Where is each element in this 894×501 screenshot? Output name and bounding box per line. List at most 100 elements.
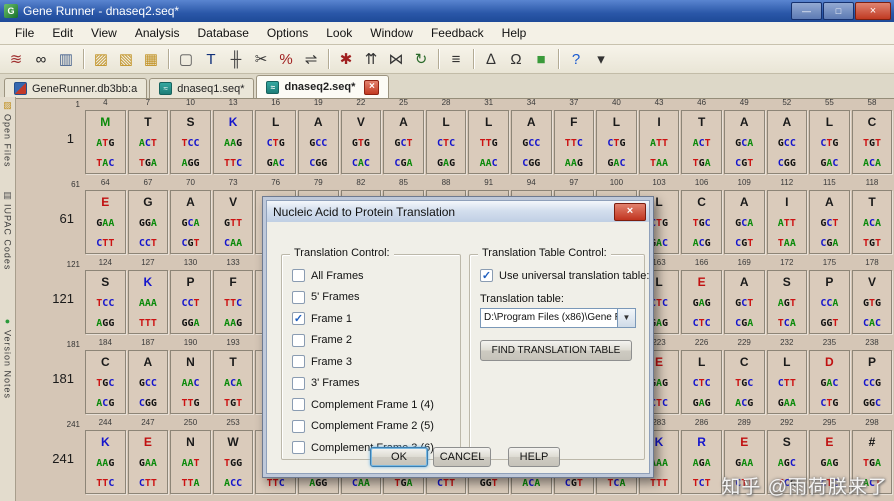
align-icon[interactable]: ⇈ [359, 47, 383, 71]
codon-cell[interactable]: 187 A GCC CGG [127, 338, 170, 418]
import-file-icon[interactable]: ▧ [114, 47, 138, 71]
codon-cell[interactable]: 28 L CTC GAG [425, 98, 468, 178]
codon-cell[interactable]: 175 P CCA GGT [808, 258, 851, 338]
checkbox-frame-3[interactable] [292, 355, 305, 369]
triangle-icon[interactable]: ∆ [479, 47, 503, 71]
codon-cell[interactable]: 133 F TTC AAG [212, 258, 255, 338]
codon-cell[interactable]: 67 G GGA CCT [127, 178, 170, 258]
codon-cell[interactable]: 70 A GCA CGT [169, 178, 212, 258]
codon-cell[interactable]: 34 A GCC CGG [510, 98, 553, 178]
sidebar-item-version-notes[interactable]: ● Version Notes [2, 316, 13, 399]
columns-icon[interactable]: ▥ [54, 47, 78, 71]
codon-cell[interactable]: 58 C TGT ACA [851, 98, 894, 178]
menu-look[interactable]: Look [317, 24, 361, 42]
codon-cell[interactable]: 115 A GCT CGA [808, 178, 851, 258]
checkbox-complement-frame-1[interactable] [292, 398, 305, 412]
codon-cell[interactable]: 22 V GTG CAC [340, 98, 383, 178]
codon-cell[interactable]: 169 A GCT CGA [723, 258, 766, 338]
title-bar[interactable]: G Gene Runner - dnaseq2.seq* — □ × [0, 0, 894, 22]
tab-dnaseq2[interactable]: ≈ dnaseq2.seq* × [256, 75, 390, 98]
codon-cell[interactable]: 37 F TTC AAG [553, 98, 596, 178]
text-tool-icon[interactable]: T [199, 47, 223, 71]
codon-cell[interactable]: 4 M ATG TAC [84, 98, 127, 178]
checkbox-frame-1[interactable]: ✓ [292, 312, 305, 326]
codon-cell[interactable]: 106 C TGC ACG [680, 178, 723, 258]
sidebar-item-open-files[interactable]: ▨ Open Files [2, 100, 13, 168]
tab-close-icon[interactable]: × [364, 79, 380, 95]
maximize-button[interactable]: □ [823, 2, 854, 20]
dimer-icon[interactable]: ⋈ [384, 47, 408, 71]
codon-cell[interactable]: 124 S TCC AGG [84, 258, 127, 338]
codon-cell[interactable]: 112 I ATT TAA [766, 178, 809, 258]
toolbar-options-chevron-icon[interactable]: ▾ [589, 47, 613, 71]
help-icon[interactable]: ? [564, 47, 588, 71]
codon-cell[interactable]: 235 D GAC CTG [808, 338, 851, 418]
translation-table-combobox[interactable]: D:\Program Files (x86)\Gene Ru ▼ [480, 307, 636, 328]
codon-cell[interactable]: 247 E GAA CTT [127, 418, 170, 498]
menu-help[interactable]: Help [493, 24, 536, 42]
codon-cell[interactable]: 184 C TGC ACG [84, 338, 127, 418]
codon-cell[interactable]: 52 A GCC CGG [766, 98, 809, 178]
codon-cell[interactable]: 16 L CTG GAC [254, 98, 297, 178]
codon-cell[interactable]: 130 P CCT GGA [169, 258, 212, 338]
codon-cell[interactable]: 19 A GCC CGG [297, 98, 340, 178]
codon-cell[interactable]: 238 P CCG GGC [851, 338, 894, 418]
cut-icon[interactable]: ✂ [249, 47, 273, 71]
green-square-icon[interactable]: ■ [529, 47, 553, 71]
codon-cell[interactable]: 49 A GCA CGT [723, 98, 766, 178]
combobox-dropdown-icon[interactable]: ▼ [617, 308, 635, 327]
codon-cell[interactable]: 64 E GAA CTT [84, 178, 127, 258]
codon-cell[interactable]: 31 L TTG AAC [467, 98, 510, 178]
sidebar-item-iupac-codes[interactable]: ▤ IUPAC Codes [2, 190, 13, 270]
restriction-icon[interactable]: ✱ [334, 47, 358, 71]
ok-button[interactable]: OK [370, 447, 428, 467]
menu-analysis[interactable]: Analysis [126, 24, 189, 42]
hairpin-icon[interactable]: Ω [504, 47, 528, 71]
codon-cell[interactable]: 226 L CTC GAG [680, 338, 723, 418]
tab-dnaseq1[interactable]: ≈ dnaseq1.seq* [149, 78, 255, 98]
list-icon[interactable]: ≡ [444, 47, 468, 71]
save-file-icon[interactable]: ▦ [139, 47, 163, 71]
minimize-button[interactable]: — [791, 2, 822, 20]
menu-edit[interactable]: Edit [43, 24, 82, 42]
codon-cell[interactable]: 172 S AGT TCA [766, 258, 809, 338]
codon-cell[interactable]: 250 N AAT TTA [169, 418, 212, 498]
codon-cell[interactable]: 244 K AAG TTC [84, 418, 127, 498]
checkbox-complement-frame-3[interactable] [292, 441, 305, 455]
checkbox-all-frames[interactable] [292, 269, 305, 283]
checkbox-frame-2[interactable] [292, 333, 305, 347]
open-folder-icon[interactable]: ▨ [89, 47, 113, 71]
find-translation-table-button[interactable]: FIND TRANSLATION TABLE [480, 339, 632, 361]
codon-cell[interactable]: 7 T ACT TGA [127, 98, 170, 178]
codon-cell[interactable]: 25 A GCT CGA [382, 98, 425, 178]
codon-cell[interactable]: 127 K AAA TTT [127, 258, 170, 338]
codon-cell[interactable]: 109 A GCA CGT [723, 178, 766, 258]
codon-cell[interactable]: 178 V GTG CAC [851, 258, 894, 338]
codon-cell[interactable]: 229 C TGC ACG [723, 338, 766, 418]
codon-cell[interactable]: 55 L CTG GAC [808, 98, 851, 178]
menu-file[interactable]: File [6, 24, 43, 42]
help-button[interactable]: HELP [508, 447, 560, 467]
ruler-icon[interactable]: ╫ [224, 47, 248, 71]
checkbox-complement-frame-2[interactable] [292, 419, 305, 433]
recalc-icon[interactable]: ↻ [409, 47, 433, 71]
codon-cell[interactable]: 253 W TGG ACC [212, 418, 255, 498]
new-document-icon[interactable]: ▢ [174, 47, 198, 71]
menu-options[interactable]: Options [258, 24, 317, 42]
codon-cell[interactable]: 13 K AAG TTC [212, 98, 255, 178]
checkbox-five-prime-frames[interactable] [292, 290, 305, 304]
menu-feedback[interactable]: Feedback [422, 24, 493, 42]
dialog-close-icon[interactable]: × [614, 203, 646, 221]
dialog-title-bar[interactable]: Nucleic Acid to Protein Translation × [266, 200, 650, 222]
codon-cell[interactable]: 118 T ACA TGT [851, 178, 894, 258]
convert-icon[interactable]: ⇌ [299, 47, 323, 71]
codon-cell[interactable]: 286 R AGA TCT [680, 418, 723, 498]
codon-cell[interactable]: 73 V GTT CAA [212, 178, 255, 258]
codon-cell[interactable]: 40 L CTG GAC [595, 98, 638, 178]
checkbox-use-universal-table[interactable]: ✓ [480, 269, 493, 283]
glasses-icon[interactable]: ∞ [29, 47, 53, 71]
tab-generunner-db[interactable]: GeneRunner.db3bb:a [4, 78, 148, 98]
codon-cell[interactable]: 46 T ACT TGA [680, 98, 723, 178]
cancel-button[interactable]: CANCEL [433, 447, 491, 467]
codon-cell[interactable]: 166 E GAG CTC [680, 258, 723, 338]
